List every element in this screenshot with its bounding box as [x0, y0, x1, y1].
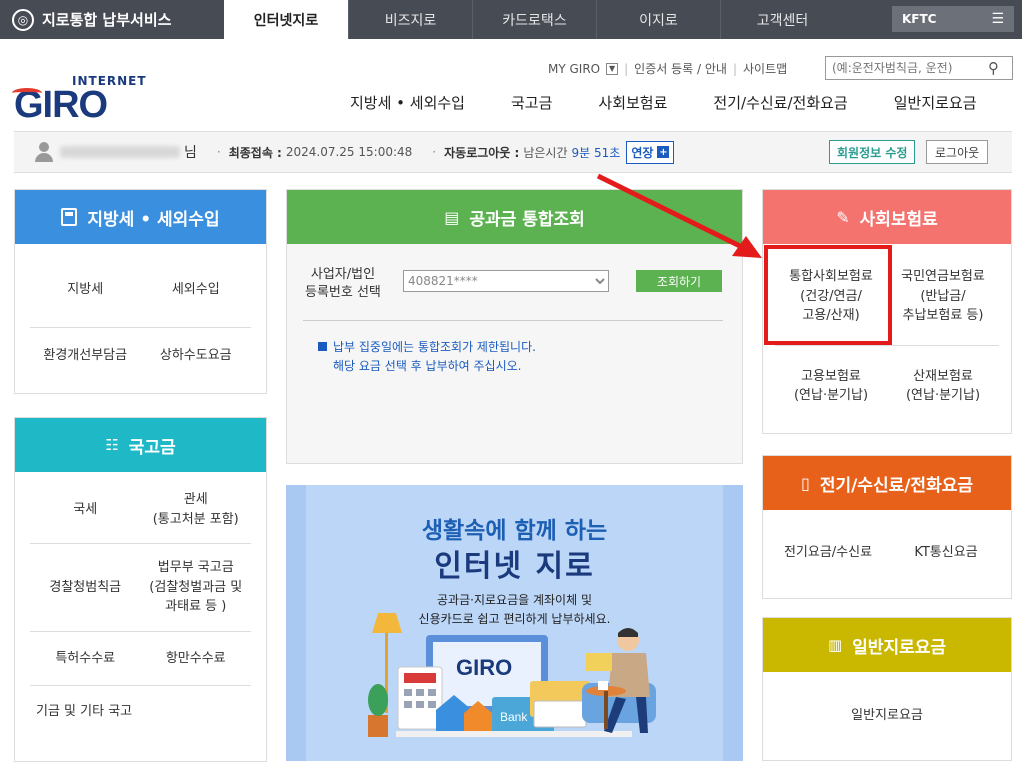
edit-profile-button[interactable]: 회원정보 수정	[829, 140, 916, 164]
item-justice[interactable]: 법무부 국고금 (검찰청벌과금 및 과태료 등 )	[140, 544, 251, 632]
menu-social[interactable]: 사회보험료	[598, 92, 667, 113]
item-env-charge[interactable]: 환경개선부담금	[30, 328, 141, 384]
banner-giro-logo: GIRO	[456, 655, 512, 680]
item-electricity[interactable]: 전기요금/수신료	[769, 510, 887, 596]
banner-bank-label: Bank	[500, 710, 528, 724]
phone-icon: ▯	[801, 473, 810, 493]
user-suffix: 님	[184, 145, 197, 161]
logo-swoosh-icon	[12, 88, 42, 98]
tab-customer-center[interactable]: 고객센터	[720, 0, 844, 39]
chevron-down-icon[interactable]: ▼	[606, 62, 619, 75]
notice-line-2: 해당 요금 선택 후 납부하여 주십시오.	[333, 358, 522, 373]
site-logo[interactable]: INTERNET GIRO	[12, 74, 146, 126]
item-general-giro[interactable]: 일반지로요금	[763, 672, 1011, 760]
search-icon[interactable]: ⚲	[988, 59, 999, 77]
plus-icon: +	[657, 146, 670, 158]
notice-line-1: 납부 집중일에는 통합조회가 제한됩니다.	[333, 340, 536, 354]
logout-button[interactable]: 로그아웃	[926, 140, 989, 164]
national-title: 국고금	[128, 437, 176, 458]
annotation-highlight-box	[764, 245, 892, 345]
national-panel: ☷ 국고금 국세 관세 (통고처분 포함) 경찰청범칙금 법무부 국고금 (검찰…	[14, 417, 267, 762]
brush-icon: ✎	[836, 207, 850, 227]
avatar-icon	[34, 142, 54, 162]
user-name-redacted	[60, 146, 180, 158]
tab-card-tax[interactable]: 카드로택스	[472, 0, 596, 39]
main-menu: 지방세 • 세외수입 국고금 사회보험료 전기/수신료/전화요금 일반지로요금	[350, 92, 977, 113]
kftc-menu[interactable]: KFTC ☰	[892, 6, 1014, 32]
user-bar: 님 · 최종접속 : 2024.07.25 15:00:48 · 자동로그아웃 …	[14, 131, 1012, 173]
extend-label: 연장	[631, 145, 654, 160]
tab-internet-giro[interactable]: 인터넷지로	[224, 0, 348, 40]
sitemap-link[interactable]: 사이트맵	[743, 60, 787, 77]
tab-easy-giro[interactable]: 이지로	[596, 0, 720, 39]
local-tax-panel: 지방세 • 세외수입 지방세 세외수입 환경개선부담금 상하수도요금	[14, 189, 267, 394]
last-login-value: 2024.07.25 15:00:48	[285, 145, 413, 159]
menu-utility[interactable]: 전기/수신료/전화요금	[713, 92, 847, 113]
general-giro-header[interactable]: ▥ 일반지로요금	[763, 618, 1011, 672]
banner-illustration: GIRO Bank	[368, 613, 656, 737]
hamburger-icon: ☰	[991, 11, 1004, 27]
menu-general[interactable]: 일반지로요금	[894, 92, 977, 113]
social-insurance-header[interactable]: ✎ 사회보험료	[763, 190, 1011, 244]
item-patent-fee[interactable]: 특허수수료	[30, 632, 141, 686]
item-employment-insurance[interactable]: 고용보험료 (연납·분기납)	[775, 346, 887, 426]
local-tax-header[interactable]: 지방세 • 세외수입	[15, 190, 266, 244]
brand[interactable]: ◎ 지로통합 납부서비스	[0, 0, 224, 39]
item-port-fee[interactable]: 항만수수료	[140, 632, 251, 686]
local-tax-title: 지방세 • 세외수입	[87, 209, 220, 230]
document-search-icon: ▤	[444, 207, 460, 227]
my-giro-link[interactable]: MY GIRO	[548, 62, 600, 76]
item-police-fine[interactable]: 경찰청범칙금	[30, 544, 141, 632]
item-industrial-accident[interactable]: 산재보험료 (연납·분기납)	[887, 346, 999, 426]
brand-label: 지로통합 납부서비스	[42, 11, 172, 29]
extend-button[interactable]: 연장 +	[626, 140, 675, 164]
item-non-tax[interactable]: 세외수입	[140, 252, 251, 328]
general-giro-title: 일반지로요금	[852, 637, 947, 658]
item-fund-other[interactable]: 기금 및 기타 국고	[30, 686, 251, 738]
annotation-arrow	[596, 173, 762, 258]
utility-panel: ▯ 전기/수신료/전화요금 전기요금/수신료 KT통신요금	[762, 455, 1012, 599]
utility-header[interactable]: ▯ 전기/수신료/전화요금	[763, 456, 1011, 510]
top-nav-bar: ◎ 지로통합 납부서비스 인터넷지로 비즈지로 카드로택스 이지로 고객센터 K…	[0, 0, 1022, 40]
tab-biz-giro[interactable]: 비즈지로	[348, 0, 472, 39]
item-national-pension[interactable]: 국민연금보험료 (반납금/ 추납보험료 등)	[887, 248, 999, 346]
promo-banner[interactable]: 생활속에 함께 하는 인터넷 지로 공과금·지로요금을 계좌이체 및 신용카드로…	[286, 485, 743, 761]
utility-title: 전기/수신료/전화요금	[819, 475, 973, 496]
remaining-label: 남은시간	[523, 145, 568, 160]
search-box: ⚲	[825, 56, 1013, 80]
search-input[interactable]	[826, 57, 986, 79]
national-header[interactable]: ☷ 국고금	[15, 418, 266, 472]
last-login-label: 최종접속 :	[228, 145, 282, 160]
business-number-label: 사업자/법인 등록번호 선택	[305, 267, 381, 300]
calculator-icon	[61, 208, 78, 226]
kftc-label: KFTC	[902, 12, 937, 26]
list-icon: ☷	[105, 436, 119, 454]
item-national-tax[interactable]: 국세	[30, 476, 141, 544]
integrated-query-title: 공과금 통합조회	[469, 209, 585, 230]
auto-logout-label: 자동로그아웃 :	[444, 145, 520, 160]
general-giro-panel: ▥ 일반지로요금 일반지로요금	[762, 617, 1012, 761]
query-button[interactable]: 조회하기	[636, 270, 722, 292]
menu-national[interactable]: 국고금	[511, 92, 552, 113]
utility-links: MY GIRO ▼ | 인증서 등록 / 안내 | 사이트맵	[548, 60, 788, 77]
item-local-tax[interactable]: 지방세	[30, 252, 141, 328]
globe-icon: ◎	[12, 8, 34, 31]
query-notice: 납부 집중일에는 통합조회가 제한됩니다. 해당 요금 선택 후 납부하여 주십…	[318, 338, 536, 375]
cert-link[interactable]: 인증서 등록 / 안내	[634, 60, 727, 77]
menu-local-tax[interactable]: 지방세 • 세외수입	[350, 92, 465, 113]
chart-icon: ▥	[827, 636, 843, 654]
item-customs[interactable]: 관세 (통고처분 포함)	[140, 476, 251, 544]
item-water[interactable]: 상하수도요금	[141, 328, 252, 384]
social-insurance-title: 사회보험료	[859, 209, 938, 230]
item-kt-telecom[interactable]: KT통신요금	[887, 510, 1005, 596]
business-number-select[interactable]: 408821****	[403, 270, 609, 292]
remaining-time: 9분 51초	[571, 145, 621, 160]
